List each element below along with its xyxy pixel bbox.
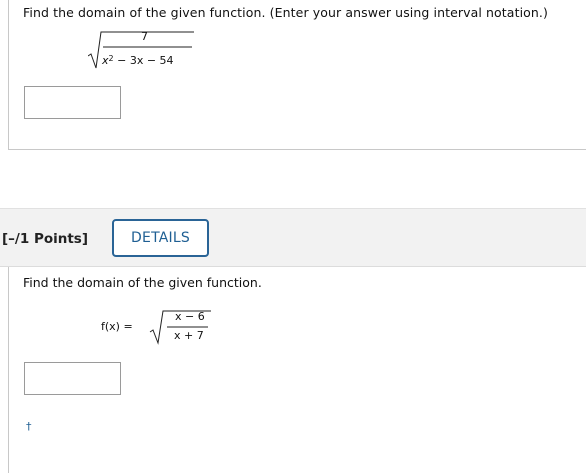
question-1-panel: Find the domain of the given function. (… — [8, 0, 586, 150]
question-1-denominator: x2 − 3x − 54 — [102, 54, 174, 67]
question-2-function: f(x) = x − 6 x + 7 — [101, 307, 231, 353]
question-1-answer-input[interactable] — [24, 86, 121, 119]
page: Find the domain of the given function. (… — [0, 0, 586, 473]
question-1-prompt: Find the domain of the given function. (… — [23, 5, 548, 20]
points-label: [–/1 Points] — [2, 231, 89, 247]
footnote-dagger-link[interactable]: † — [26, 420, 32, 433]
question-2-prompt: Find the domain of the given function. — [23, 275, 262, 290]
question-2-answer-input[interactable] — [24, 362, 121, 395]
question-2-header: [–/1 Points] DETAILS — [0, 208, 586, 267]
denominator-exponent: 2 — [108, 54, 114, 63]
question-1-function: 7 x2 − 3x − 54 — [88, 26, 198, 74]
details-button[interactable]: DETAILS — [112, 219, 209, 257]
question-1-numerator: 7 — [141, 30, 148, 43]
denominator-variable: x — [102, 54, 109, 67]
question-2-numerator: x − 6 — [175, 310, 205, 323]
function-lhs: f(x) = — [101, 320, 133, 333]
question-2-panel: Find the domain of the given function. f… — [8, 267, 586, 473]
denominator-rest: − 3x − 54 — [113, 54, 174, 67]
question-2-denominator: x + 7 — [174, 329, 204, 342]
